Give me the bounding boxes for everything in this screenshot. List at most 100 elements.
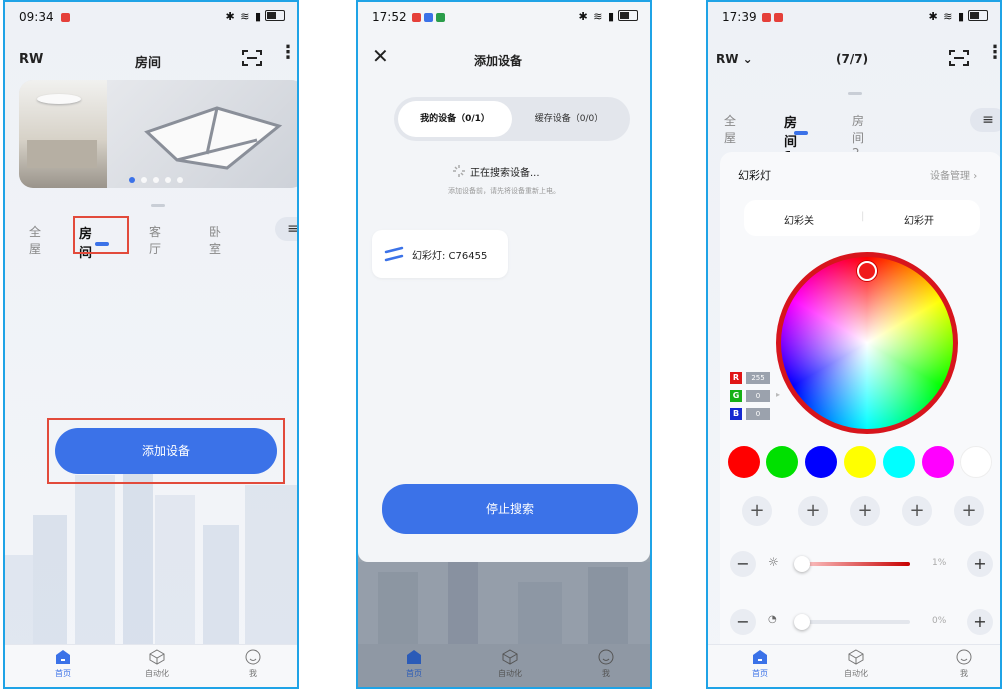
brightness-increase-button[interactable]: + xyxy=(967,551,993,577)
nav-home[interactable]: 首页 xyxy=(384,649,444,679)
device-title: 幻彩灯 xyxy=(738,169,771,182)
speed-gauge-icon: ◔ xyxy=(768,614,777,625)
status-time: 09:34 xyxy=(19,10,54,24)
chevron-down-icon: ⌄ xyxy=(742,52,753,66)
nav-automation[interactable]: 自动化 xyxy=(480,649,540,679)
nav-me[interactable]: 我 xyxy=(934,649,994,679)
nav-me[interactable]: 我 xyxy=(223,649,283,679)
drag-handle[interactable] xyxy=(151,204,165,207)
bottom-nav: 首页 自动化 我 xyxy=(708,644,1000,687)
nav-automation[interactable]: 自动化 xyxy=(826,649,886,679)
swatch-white[interactable] xyxy=(960,446,992,478)
r-channel-value[interactable]: 255 xyxy=(746,372,770,384)
phone-screen-room: 09:34 ✱ ≋ ▮ RW 房间 ⋮ 全屋 房间 客厅 卧室 ≡ 添加设备 首… xyxy=(3,0,299,689)
brightness-slider-handle[interactable] xyxy=(794,556,810,572)
power-cycle-hint: 添加设备前，请先将设备重新上电。 xyxy=(448,187,560,195)
page-title: 房间 xyxy=(135,56,162,71)
add-custom-color-button[interactable]: + xyxy=(742,496,772,526)
status-time: 17:39 xyxy=(722,10,757,24)
swatch-yellow[interactable] xyxy=(844,446,876,478)
tab-living-room[interactable]: 客厅 xyxy=(149,223,161,257)
expand-arrow-icon[interactable]: ▸ xyxy=(776,390,780,399)
highlight-box-room-tab xyxy=(73,216,129,254)
smile-icon xyxy=(245,649,261,665)
home-icon xyxy=(753,650,767,664)
drag-handle[interactable] xyxy=(848,92,862,95)
color-picker-handle[interactable] xyxy=(857,261,877,281)
cube-icon xyxy=(848,649,864,665)
r-channel-label: R xyxy=(730,372,742,384)
tab-all[interactable]: 全屋 xyxy=(29,223,41,257)
home-selector[interactable]: RW ⌄ xyxy=(716,52,753,66)
scan-icon[interactable] xyxy=(948,48,970,68)
brightness-slider[interactable] xyxy=(798,562,910,566)
device-source-segmented-control: 我的设备（0/1） 缓存设备（0/0） xyxy=(394,97,630,141)
swatch-cyan[interactable] xyxy=(883,446,915,478)
speed-decrease-button[interactable]: − xyxy=(730,609,756,635)
stop-search-button[interactable]: 停止搜索 xyxy=(382,484,638,534)
color-wheel[interactable] xyxy=(776,252,958,434)
swatch-blue[interactable] xyxy=(805,446,837,478)
bottom-nav: 首页 自动化 我 xyxy=(5,644,297,687)
nav-automation[interactable]: 自动化 xyxy=(127,649,187,679)
brightness-icon: ☼ xyxy=(768,555,779,569)
phone-screen-add-device: 17:52 ✱ ≋ ▮ ✕ 添加设备 我的设备（0/1） 缓存设备（0/0） 正… xyxy=(356,0,652,689)
b-channel-label: B xyxy=(730,408,742,420)
g-channel-label: G xyxy=(730,390,742,402)
more-icon[interactable]: ⋮ xyxy=(986,44,1000,62)
g-channel-value[interactable]: 0 xyxy=(746,390,770,402)
tab-active-indicator xyxy=(794,131,808,135)
tab-my-devices[interactable]: 我的设备（0/1） xyxy=(398,101,512,137)
menu-icon[interactable]: ≡ xyxy=(970,108,1000,132)
speed-value: 0% xyxy=(932,616,947,626)
home-icon xyxy=(407,650,421,664)
status-bar: 17:39 ✱ ≋ ▮ xyxy=(722,10,988,28)
battery-icon xyxy=(968,10,988,21)
brightness-decrease-button[interactable]: − xyxy=(730,551,756,577)
promo-banner[interactable] xyxy=(19,80,297,188)
status-time: 17:52 xyxy=(372,10,407,24)
rainbow-off-option[interactable]: 幻彩关 xyxy=(784,212,814,227)
tab-cached-devices[interactable]: 缓存设备（0/0） xyxy=(512,101,626,137)
cube-icon xyxy=(149,649,165,665)
smile-icon xyxy=(956,649,972,665)
carousel-dots[interactable] xyxy=(129,168,189,187)
phone-screen-light-control: 17:39 ✱ ≋ ▮ RW ⌄ (7/7) ⋮ 全屋 房间1 房间2 ≡ 幻彩… xyxy=(706,0,1002,689)
speed-increase-button[interactable]: + xyxy=(967,609,993,635)
status-icons: ✱ ≋ ▮ xyxy=(929,10,988,23)
swatch-magenta[interactable] xyxy=(922,446,954,478)
speed-slider[interactable] xyxy=(798,620,910,624)
scan-icon[interactable] xyxy=(241,48,263,68)
add-custom-color-button[interactable]: + xyxy=(850,496,880,526)
chevron-right-icon: › xyxy=(973,171,978,182)
nav-home[interactable]: 首页 xyxy=(33,649,93,679)
nav-me[interactable]: 我 xyxy=(576,649,636,679)
status-icons: ✱ ≋ ▮ xyxy=(226,10,285,23)
device-manage-link[interactable]: 设备管理 › xyxy=(930,167,977,182)
brightness-value: 1% xyxy=(932,558,947,568)
tab-all[interactable]: 全屋 xyxy=(724,112,736,146)
home-icon xyxy=(56,650,70,664)
swatch-green[interactable] xyxy=(766,446,798,478)
add-custom-color-button[interactable]: + xyxy=(954,496,984,526)
swatch-red[interactable] xyxy=(728,446,760,478)
add-device-button[interactable]: 添加设备 xyxy=(55,428,277,474)
found-device-card[interactable]: 幻彩灯: C76455 xyxy=(372,230,508,278)
b-channel-value[interactable]: 0 xyxy=(746,408,770,420)
more-icon[interactable]: ⋮ xyxy=(279,44,297,62)
room-photo xyxy=(19,80,107,188)
battery-icon xyxy=(618,10,638,21)
searching-status: 正在搜索设备... xyxy=(470,168,540,179)
close-icon[interactable]: ✕ xyxy=(372,46,389,66)
loading-spinner-icon xyxy=(453,165,465,177)
nav-home[interactable]: 首页 xyxy=(730,649,790,679)
rainbow-on-option[interactable]: 幻彩开 xyxy=(904,212,934,227)
battery-icon xyxy=(265,10,285,21)
device-name: 幻彩灯: C76455 xyxy=(412,251,488,262)
tab-bedroom[interactable]: 卧室 xyxy=(209,223,221,257)
speed-slider-handle[interactable] xyxy=(794,614,810,630)
add-custom-color-button[interactable]: + xyxy=(902,496,932,526)
add-custom-color-button[interactable]: + xyxy=(798,496,828,526)
home-selector[interactable]: RW xyxy=(19,52,43,67)
menu-icon[interactable]: ≡ xyxy=(275,217,297,241)
